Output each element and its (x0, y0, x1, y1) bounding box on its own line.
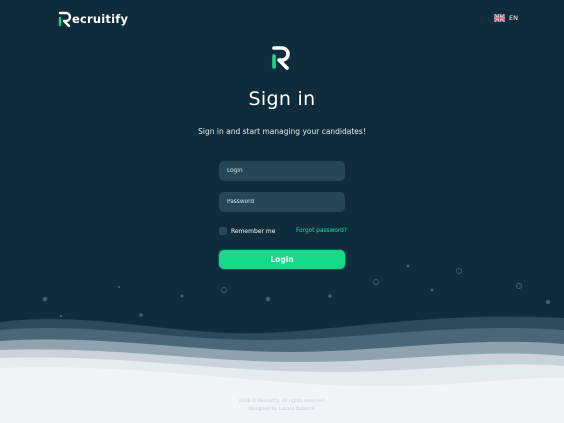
language-label: EN (509, 14, 518, 22)
header: ecruitify EN (0, 0, 564, 40)
footer-copyright: 2018 © Recruitify. All rights reserved. (238, 399, 326, 404)
checkbox-box[interactable] (219, 227, 227, 235)
page-subtitle: Sign in and start managing your candidat… (198, 127, 366, 136)
login-button[interactable]: Login (219, 250, 345, 269)
login-field[interactable] (219, 161, 345, 181)
recruitify-logo-large-icon (272, 46, 290, 70)
floating-dots-filled (42, 264, 551, 318)
page-title: Sign in (248, 88, 316, 110)
brand-name: ecruitify (72, 12, 129, 26)
footer-credit: Designed by Lukasz Dubiński (248, 407, 316, 412)
wave-front (0, 367, 564, 423)
remember-me-checkbox[interactable]: Remember me (219, 227, 275, 235)
password-field[interactable] (219, 192, 345, 212)
remember-me-label: Remember me (231, 227, 276, 235)
forgot-password-link[interactable]: Forgot password? (296, 228, 347, 234)
recruitify-logo-icon (58, 11, 72, 27)
floating-dots (221, 268, 522, 293)
wave-light-2 (0, 357, 564, 423)
language-selector[interactable]: EN (494, 14, 518, 22)
brand-logo[interactable]: ecruitify (58, 11, 128, 27)
uk-flag-icon (494, 14, 506, 22)
